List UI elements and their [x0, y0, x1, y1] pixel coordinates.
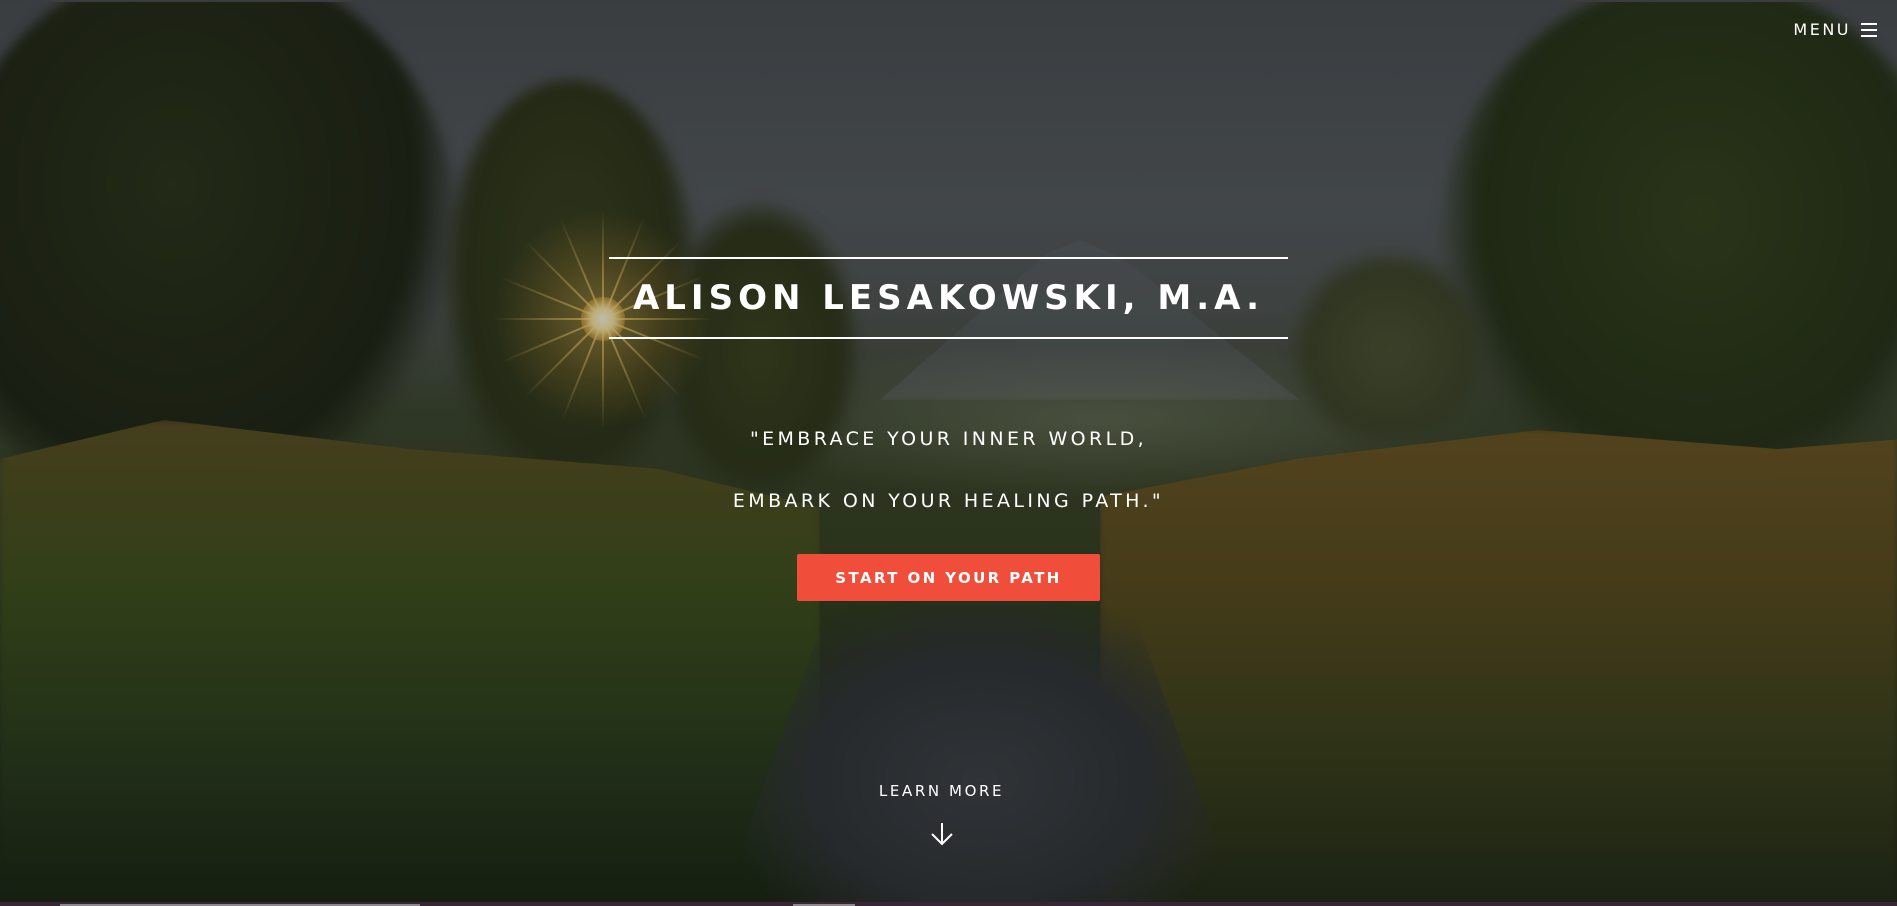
dark-overlay	[0, 0, 1897, 906]
hero-section: MENU ALISON LESAKOWSKI, M.A. "EMBRACE YO…	[0, 0, 1897, 906]
title-block: ALISON LESAKOWSKI, M.A.	[609, 257, 1288, 339]
title-rule-bottom	[609, 337, 1288, 339]
hamburger-icon[interactable]	[1861, 22, 1877, 37]
bottom-edge-bar	[0, 902, 1897, 906]
start-on-your-path-button[interactable]: START ON YOUR PATH	[797, 554, 1100, 601]
tagline-line-1: "EMBRACE YOUR INNER WORLD,	[749, 428, 1148, 450]
menu-button[interactable]: MENU	[1793, 20, 1877, 39]
menu-label: MENU	[1793, 20, 1851, 39]
tagline-line-2: EMBARK ON YOUR HEALING PATH."	[732, 490, 1165, 512]
page-title: ALISON LESAKOWSKI, M.A.	[632, 278, 1265, 318]
arrow-down-icon[interactable]	[929, 821, 955, 847]
top-edge-line	[0, 0, 1897, 2]
learn-more-link[interactable]: LEARN MORE	[0, 782, 1883, 800]
